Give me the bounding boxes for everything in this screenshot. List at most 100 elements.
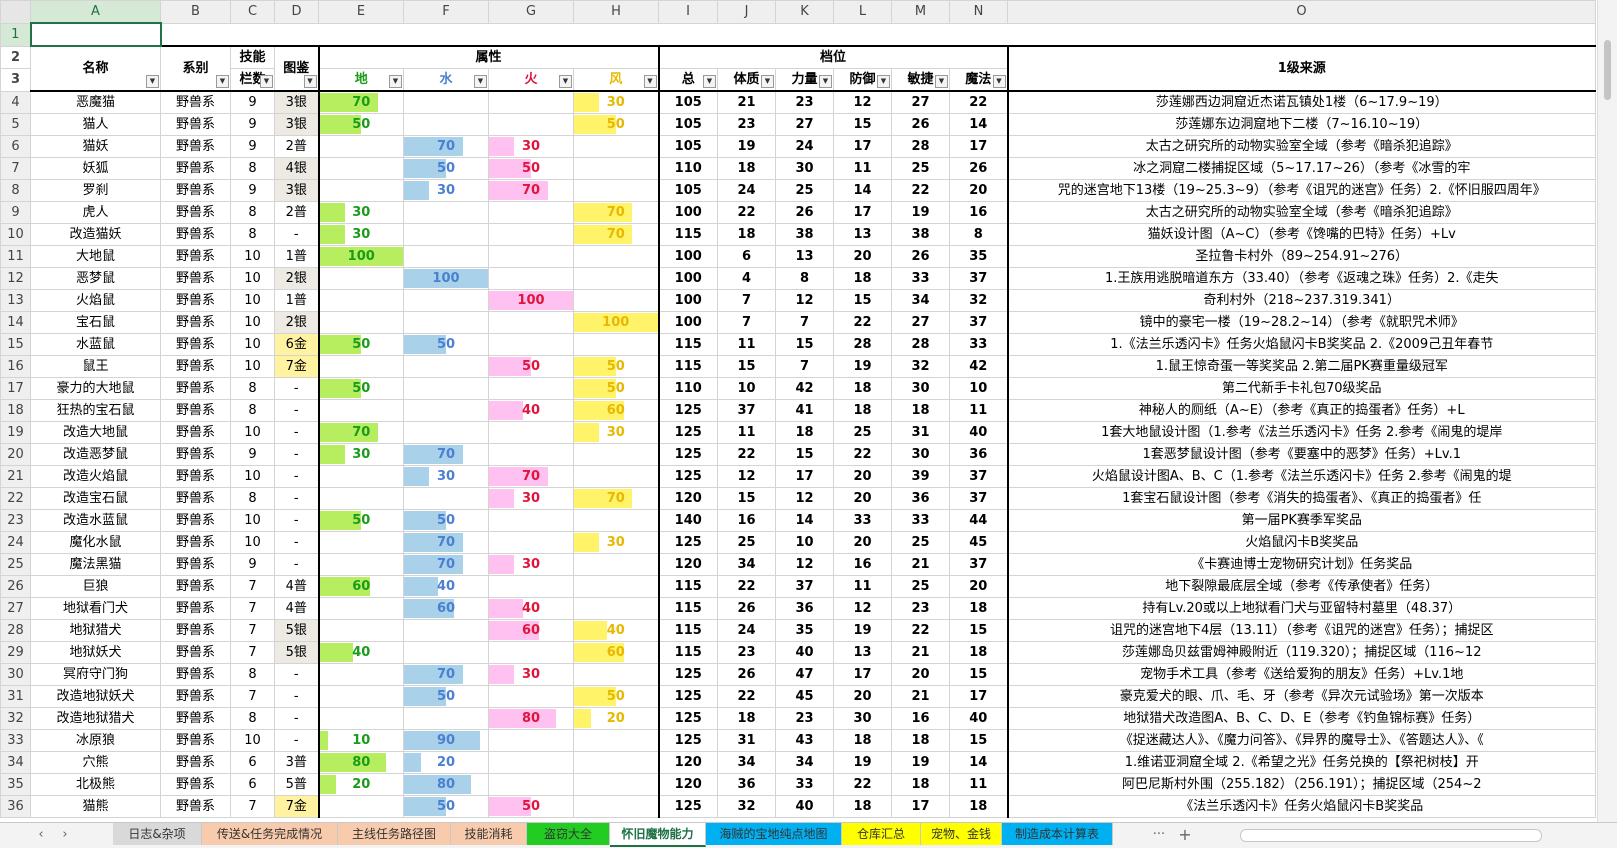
cell-water[interactable] [403,311,489,334]
sheet-tab[interactable]: 主线任务路径图 [338,823,451,845]
cell-vit[interactable]: 25 [717,531,776,554]
cell-mag[interactable]: 45 [949,531,1009,554]
cell-series[interactable]: 野兽系 [160,223,231,246]
cell-agi[interactable]: 26 [891,113,950,136]
cell-agi[interactable]: 18 [891,399,950,422]
header-fire[interactable]: 火 ▼ [488,68,574,92]
cell-vit[interactable]: 12 [717,465,776,488]
cell-vit[interactable]: 7 [717,311,776,334]
row-number[interactable]: 16 [0,355,31,378]
cell-fire[interactable]: 50 [488,795,574,818]
cell-skill-slots[interactable]: 9 [230,443,275,466]
cell-total[interactable]: 125 [658,443,718,466]
cell-wind[interactable] [573,795,660,818]
cell-vit[interactable]: 21 [717,90,776,114]
cell-mag[interactable]: 17 [949,135,1009,158]
cell-mag[interactable]: 11 [949,773,1009,796]
row-number[interactable]: 25 [0,553,31,576]
cell-source[interactable]: 奇利村外（218~237.319.341） [1007,289,1596,312]
cell-vit[interactable]: 7 [717,289,776,312]
cell-water[interactable] [403,245,489,268]
cell-name[interactable]: 穴熊 [30,751,161,774]
cell-str[interactable]: 27 [775,113,834,136]
cell-total[interactable]: 115 [658,333,718,356]
selected-cell-A1[interactable] [29,22,162,47]
cell-agi[interactable]: 22 [891,619,950,642]
cell-fire[interactable]: 50 [488,355,574,378]
row-number[interactable]: 36 [0,795,31,818]
cell-codex[interactable]: - [274,465,320,488]
cell-agi[interactable]: 28 [891,135,950,158]
cell-series[interactable]: 野兽系 [160,421,231,444]
cell-earth[interactable]: 50 [318,113,404,136]
cell-mag[interactable]: 17 [949,685,1009,708]
cell-def[interactable]: 20 [833,685,892,708]
cell-series[interactable]: 野兽系 [160,795,231,818]
cell-name[interactable]: 恶梦鼠 [30,267,161,290]
sheet-tab[interactable]: 海贼的宝地纯点地图 [706,823,842,845]
cell-codex[interactable]: - [274,487,320,510]
cell-mag[interactable]: 18 [949,795,1009,818]
cell-codex[interactable]: 7金 [274,795,320,818]
cell-vit[interactable]: 23 [717,113,776,136]
cell-agi[interactable]: 31 [891,421,950,444]
cell-source[interactable]: 1.维诺亚洞窟全域 2.《希望之光》任务兑换的【祭祀树枝】开 [1007,751,1596,774]
cell-total[interactable]: 115 [658,597,718,620]
cell-series[interactable]: 野兽系 [160,619,231,642]
filter-dropdown-icon[interactable]: ▼ [819,75,832,88]
cell-water[interactable] [403,641,489,664]
cell-earth[interactable] [318,267,404,290]
cell-agi[interactable]: 18 [891,729,950,752]
cell-series[interactable]: 野兽系 [160,729,231,752]
cell-name[interactable]: 狂热的宝石鼠 [30,399,161,422]
cell-codex[interactable]: 1普 [274,245,320,268]
cell-total[interactable]: 120 [658,487,718,510]
cell-wind[interactable] [573,443,660,466]
cell-total[interactable]: 125 [658,465,718,488]
column-header-E[interactable]: E [318,0,404,24]
cell-series[interactable]: 野兽系 [160,355,231,378]
cell-skill-slots[interactable]: 8 [230,201,275,224]
cell-vit[interactable]: 26 [717,597,776,620]
cell-vit[interactable]: 31 [717,729,776,752]
cell-fire[interactable] [488,245,574,268]
cell-wind[interactable]: 70 [573,487,660,510]
cell-agi[interactable]: 39 [891,465,950,488]
cell-source[interactable]: 莎莲娜东边洞窟地下二楼（7~16.10~19） [1007,113,1596,136]
column-header-L[interactable]: L [833,0,892,24]
cell-wind[interactable] [573,289,660,312]
cell-def[interactable]: 33 [833,509,892,532]
cell-fire[interactable] [488,685,574,708]
cell-water[interactable]: 50 [403,685,489,708]
cell-series[interactable]: 野兽系 [160,465,231,488]
cell-def[interactable]: 18 [833,399,892,422]
cell-earth[interactable] [318,707,404,730]
column-header-M[interactable]: M [891,0,950,24]
cell-earth[interactable]: 100 [318,245,404,268]
column-header-H[interactable]: H [573,0,659,24]
cell-wind[interactable]: 50 [573,355,660,378]
cell-agi[interactable]: 21 [891,641,950,664]
cell-str[interactable]: 17 [775,465,834,488]
cell-codex[interactable]: 7金 [274,355,320,378]
column-header-N[interactable]: N [949,0,1008,24]
cell-agi[interactable]: 19 [891,201,950,224]
cell-skill-slots[interactable]: 6 [230,773,275,796]
cell-water[interactable]: 60 [403,597,489,620]
cell-total[interactable]: 120 [658,553,718,576]
row-number[interactable]: 34 [0,751,31,774]
cell-wind[interactable] [573,575,660,598]
header-mag[interactable]: 魔法 ▼ [949,68,1009,92]
cell-mag[interactable]: 22 [949,90,1009,114]
cell-def[interactable]: 20 [833,487,892,510]
add-sheet-icon[interactable]: + [1176,826,1194,844]
cell-vit[interactable]: 22 [717,575,776,598]
cell-water[interactable]: 30 [403,179,489,202]
cell-vit[interactable]: 26 [717,663,776,686]
column-header-C[interactable]: C [230,0,275,24]
cell-series[interactable]: 野兽系 [160,377,231,400]
cell-earth[interactable] [318,157,404,180]
cell-wind[interactable]: 40 [573,619,660,642]
cell-skill-slots[interactable]: 9 [230,90,275,114]
cell-str[interactable]: 35 [775,619,834,642]
